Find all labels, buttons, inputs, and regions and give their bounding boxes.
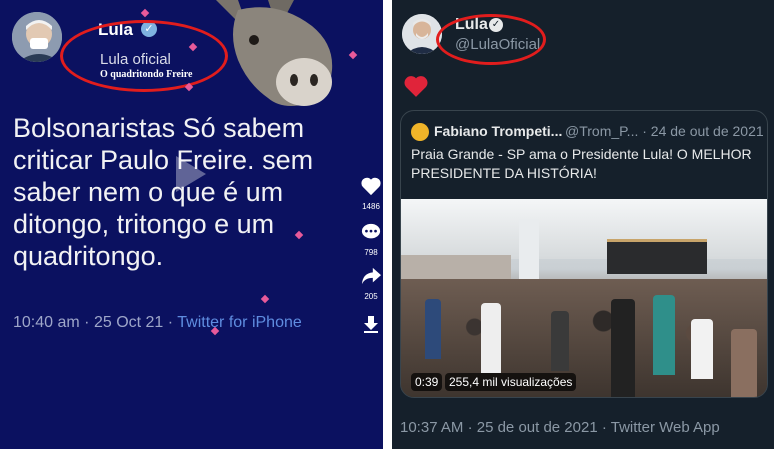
quoted-author-name[interactable]: Fabiano Trompeti... bbox=[434, 123, 562, 139]
share-arrow-icon bbox=[361, 267, 381, 285]
share-count: 205 bbox=[364, 292, 378, 301]
person bbox=[481, 303, 501, 373]
heart-icon bbox=[361, 177, 381, 196]
tweet-meta: 10:40 am · 25 Oct 21 · Twitter for iPhon… bbox=[13, 314, 302, 332]
tweet-time[interactable]: 10:37 AM bbox=[400, 419, 463, 436]
tweet-time: 10:40 am bbox=[13, 314, 80, 331]
floating-heart-icon bbox=[260, 294, 270, 304]
floating-heart-icon bbox=[348, 50, 358, 60]
separator: · bbox=[467, 419, 477, 436]
video-duration: 0:39 bbox=[411, 373, 443, 391]
highlight-ring bbox=[60, 20, 228, 92]
separator: · bbox=[84, 314, 94, 331]
floating-heart-icon bbox=[140, 8, 150, 18]
comment-action[interactable]: 798 bbox=[358, 222, 383, 257]
left-tweet-screenshot: Lula ✓ Lula oficial O quadritondo Freire… bbox=[0, 0, 383, 449]
tweet-date[interactable]: 25 de out de 2021 bbox=[477, 419, 598, 436]
mall-ceiling bbox=[401, 199, 767, 259]
person bbox=[653, 295, 675, 375]
person bbox=[611, 299, 635, 397]
quoted-handle[interactable]: @Trom_P... bbox=[565, 123, 638, 139]
like-action[interactable]: 1486 bbox=[358, 176, 383, 211]
video-views: 255,4 mil visualizações bbox=[445, 373, 577, 391]
quoted-avatar[interactable] bbox=[411, 123, 429, 141]
quoted-handle-date: @Trom_P... · 24 de out de 2021 bbox=[565, 123, 764, 139]
tweet-source-link[interactable]: Twitter for iPhone bbox=[177, 314, 302, 331]
person bbox=[691, 319, 713, 379]
video-player[interactable]: 0:39 255,4 mil visualizações bbox=[401, 199, 767, 397]
store-left bbox=[401, 255, 511, 281]
tweet-text: Bolsonaristas Só sabem criticar Paulo Fr… bbox=[13, 113, 314, 271]
comment-icon bbox=[361, 223, 381, 239]
quoted-date: · 24 de out de 2021 bbox=[642, 123, 764, 139]
comment-count: 798 bbox=[364, 248, 378, 257]
share-action[interactable]: 205 bbox=[358, 266, 383, 301]
person bbox=[551, 311, 569, 371]
quoted-tweet-card[interactable]: Fabiano Trompeti... @Trom_P... · 24 de o… bbox=[400, 110, 768, 398]
donkey-sticker bbox=[216, 0, 333, 107]
download-action[interactable] bbox=[358, 314, 383, 336]
avatar-photo bbox=[12, 12, 62, 62]
highlight-ring bbox=[436, 14, 546, 65]
quoted-tweet-text: Praia Grande - SP ama o Presidente Lula!… bbox=[411, 146, 752, 181]
like-count: 1486 bbox=[362, 202, 380, 211]
play-icon[interactable] bbox=[176, 156, 206, 192]
store-sign bbox=[607, 239, 707, 274]
separator: · bbox=[601, 419, 611, 436]
tweet-source: Twitter Web App bbox=[610, 419, 720, 436]
tweet-meta: 10:37 AM · 25 de out de 2021 · Twitter W… bbox=[400, 419, 720, 436]
person bbox=[731, 329, 757, 397]
download-icon bbox=[364, 316, 378, 333]
separator: · bbox=[167, 314, 178, 331]
heart-emoji-icon bbox=[404, 76, 428, 97]
person bbox=[425, 299, 441, 359]
tweet-date: 25 Oct 21 bbox=[93, 314, 164, 331]
avatar[interactable] bbox=[12, 12, 62, 62]
right-tweet-screenshot: Lula ✓ @LulaOficial Fabiano Trompeti... … bbox=[392, 0, 774, 449]
